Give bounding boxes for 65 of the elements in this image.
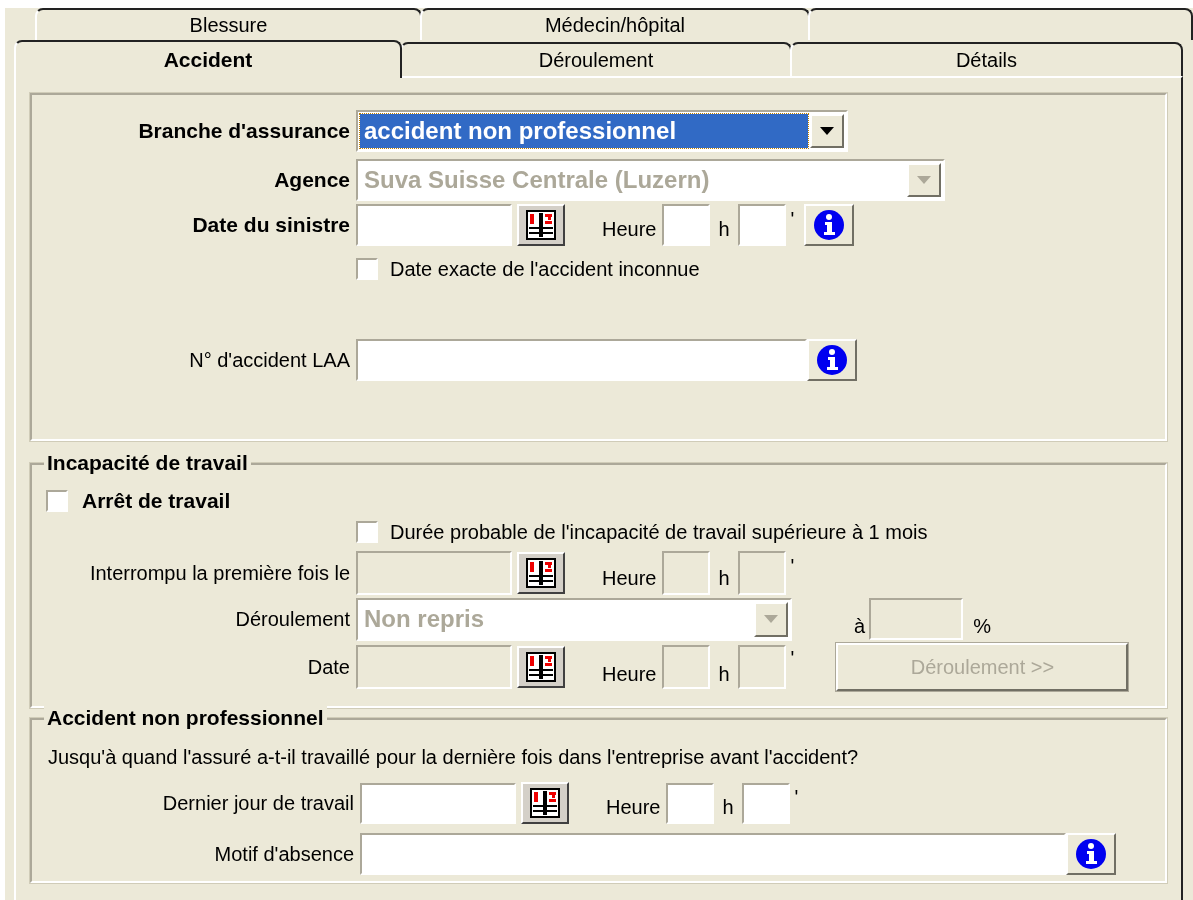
field-label: Motif d'absence	[214, 842, 354, 867]
tab[interactable]: Détails	[790, 42, 1183, 76]
checkbox-label: Durée probable de l'incapacité de travail supérieure à 1 mois	[390, 519, 928, 545]
hour-unit: h	[718, 217, 730, 242]
group-title: Accident non professionnel	[44, 705, 327, 731]
tab[interactable]: Accident	[14, 40, 402, 78]
input-field[interactable]	[356, 339, 807, 381]
percent-prefix: à	[854, 613, 866, 639]
calendar-button[interactable]	[517, 551, 565, 594]
dropdown-value: accident non professionnel	[360, 114, 808, 148]
field-label: Date	[307, 654, 350, 680]
info-icon	[816, 344, 848, 376]
calendar-icon	[526, 210, 556, 240]
hour-unit: h	[718, 661, 730, 687]
minute-field[interactable]	[741, 782, 790, 824]
hour-field[interactable]	[666, 782, 715, 824]
checkbox[interactable]	[46, 489, 68, 512]
info-button[interactable]	[807, 339, 857, 381]
minute-unit: '	[790, 553, 795, 579]
percent-unit: %	[973, 613, 991, 639]
field-label: Déroulement	[235, 607, 350, 632]
tab[interactable]	[808, 8, 1193, 40]
info-button[interactable]	[804, 204, 855, 246]
field-label: N° d'accident LAA	[189, 348, 350, 373]
input-field[interactable]	[360, 833, 1066, 875]
field-label: Agence	[274, 167, 350, 194]
dropdown-value: Non repris	[363, 604, 486, 634]
calendar-icon	[526, 651, 556, 682]
tab[interactable]: Médecin/hôpital	[420, 8, 810, 40]
checkbox[interactable]	[356, 258, 378, 280]
dropdown-value: Suva Suisse Centrale (Luzern)	[363, 165, 711, 195]
calendar-icon	[530, 788, 560, 818]
field-label: Interrompu la première fois le	[89, 560, 350, 586]
hour-label: Heure	[602, 217, 657, 242]
hour-label: Heure	[602, 565, 657, 591]
dropdown[interactable]: accident non professionnel	[356, 110, 848, 152]
hour-label: Heure	[602, 661, 657, 687]
dropdown-arrow-icon	[917, 176, 931, 184]
hour-unit: h	[718, 565, 730, 591]
hour-field[interactable]	[662, 204, 711, 246]
checkbox[interactable]	[356, 520, 378, 543]
info-icon	[1075, 838, 1107, 870]
tab[interactable]: Blessure	[35, 8, 422, 40]
hour-label: Heure	[606, 795, 661, 820]
info-button[interactable]	[1066, 833, 1116, 875]
calendar-button[interactable]	[521, 782, 569, 824]
question-text: Jusqu'à quand l'assuré a-t-il travaillé pour la dernière fois dans l'entreprise avant l'accident?	[48, 746, 859, 768]
field-label: Date du sinistre	[192, 212, 350, 239]
calendar-button[interactable]	[517, 645, 565, 688]
calendar-icon	[526, 557, 556, 588]
date-field[interactable]	[356, 204, 512, 246]
minute-unit: '	[790, 645, 795, 671]
field-label: Dernier jour de travail	[162, 791, 354, 816]
calendar-button[interactable]	[517, 204, 565, 246]
field-label: Branche d'assurance	[138, 118, 350, 145]
checkbox-label: Arrêt de travail	[82, 488, 231, 514]
dropdown-arrow-icon	[820, 127, 834, 135]
info-icon	[813, 209, 846, 241]
minute-unit: '	[790, 207, 795, 232]
dropdown-arrow-icon	[764, 615, 778, 623]
minute-field[interactable]	[737, 204, 786, 246]
hour-unit: h	[722, 795, 734, 820]
checkbox-label: Date exacte de l'accident inconnue	[390, 257, 700, 282]
minute-unit: '	[794, 785, 799, 810]
date-field[interactable]	[360, 782, 516, 824]
